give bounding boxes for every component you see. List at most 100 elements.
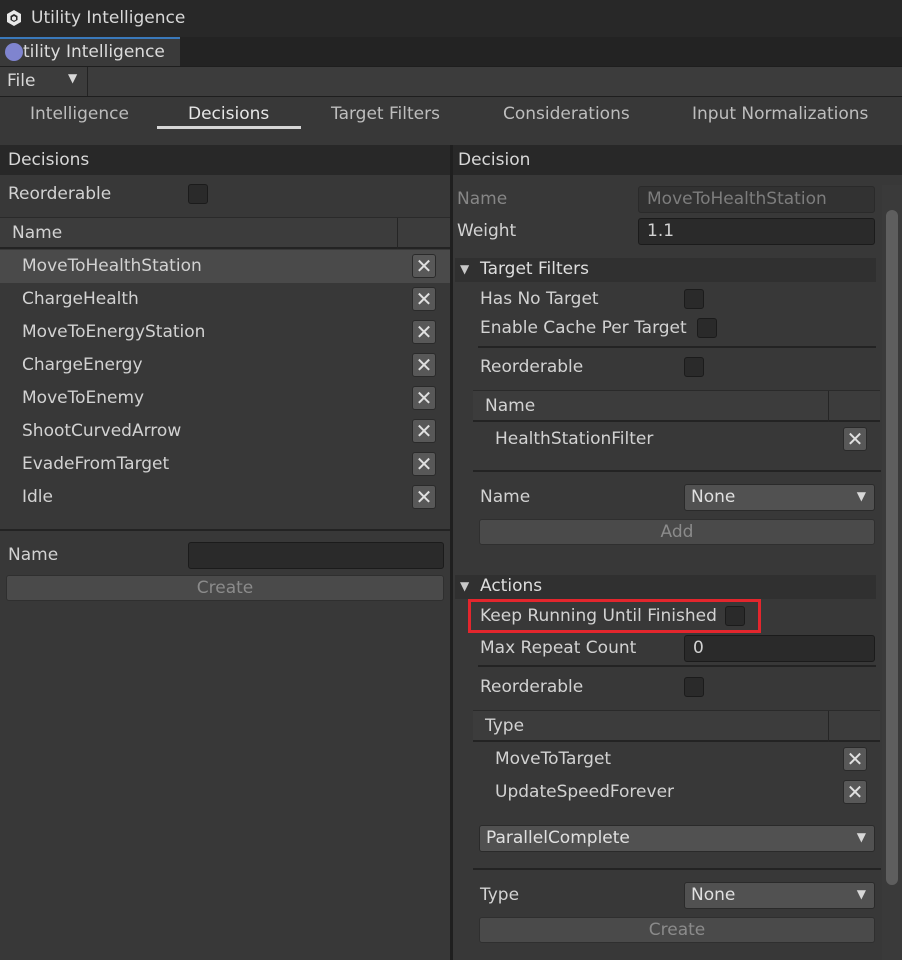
execution-mode-value: ParallelComplete [486, 828, 630, 848]
weight-label: Weight [457, 221, 517, 241]
remove-icon[interactable]: ✕ [412, 452, 436, 476]
has-no-target-checkbox[interactable] [684, 289, 704, 309]
actions-type-value: None [691, 885, 736, 905]
actions-type-label: Type [480, 885, 520, 905]
remove-icon[interactable]: ✕ [412, 254, 436, 278]
unity-logo-icon [7, 10, 21, 26]
doc-tab-label: tility Intelligence [23, 42, 165, 62]
remove-icon[interactable]: ✕ [412, 386, 436, 410]
chevron-down-icon: ▼ [856, 830, 866, 844]
list-item-label: ChargeHealth [22, 289, 139, 309]
list-item-label: ShootCurvedArrow [22, 421, 182, 441]
column-separator [828, 711, 829, 742]
divider [478, 346, 876, 348]
chevron-down-icon: ▼ [68, 71, 78, 85]
list-item-label: MoveToHealthStation [22, 256, 202, 276]
actions-column-type-label: Type [485, 716, 525, 736]
list-item-label: Idle [22, 487, 53, 507]
tf-name-dropdown-value: None [691, 487, 736, 507]
highlight-box [468, 599, 761, 633]
tab-target-filters[interactable]: Target Filters [331, 104, 440, 124]
tab-considerations[interactable]: Considerations [503, 104, 630, 124]
list-item[interactable]: ChargeHealth ✕ [0, 283, 450, 316]
divider [478, 665, 876, 667]
foldout-arrow-icon: ▼ [460, 262, 470, 276]
foldout-arrow-icon: ▼ [460, 579, 470, 593]
target-filters-title: Target Filters [480, 259, 589, 279]
list-item-label: MoveToEnergyStation [22, 322, 206, 342]
list-item[interactable]: MoveToEnemy ✕ [0, 382, 450, 415]
weight-input[interactable]: 1.1 [638, 218, 875, 245]
list-item-label: MoveToEnemy [22, 388, 145, 408]
create-action-button[interactable]: Create [479, 917, 875, 943]
toolbar [0, 66, 902, 97]
cursor-dot-icon [5, 43, 23, 61]
chevron-down-icon: ▼ [856, 887, 866, 901]
active-tab-indicator [157, 126, 301, 129]
list-item[interactable]: UpdateSpeedForever ✕ [473, 776, 880, 809]
list-item[interactable]: MoveToTarget ✕ [473, 743, 880, 776]
tf-column-name-label: Name [485, 396, 536, 416]
new-decision-name-input[interactable] [188, 542, 444, 569]
remove-icon[interactable]: ✕ [412, 320, 436, 344]
decision-panel-title: Decision [458, 150, 531, 170]
create-decision-button[interactable]: Create [6, 575, 444, 601]
max-repeat-input[interactable]: 0 [684, 635, 875, 662]
column-name-label: Name [12, 223, 63, 243]
tab-decisions[interactable]: Decisions [188, 104, 269, 124]
remove-icon[interactable]: ✕ [843, 747, 867, 771]
tf-name-label: Name [480, 487, 531, 507]
reorderable-checkbox[interactable] [188, 184, 208, 204]
decision-panel-header: Decision [453, 145, 902, 175]
list-item-label: MoveToTarget [495, 749, 612, 769]
actions-type-dropdown[interactable]: None ▼ [684, 882, 875, 909]
remove-icon[interactable]: ✕ [412, 419, 436, 443]
tab-input-normalizations[interactable]: Input Normalizations [692, 104, 868, 124]
add-filter-button[interactable]: Add [479, 519, 875, 545]
list-item-label: ChargeEnergy [22, 355, 143, 375]
remove-icon[interactable]: ✕ [843, 780, 867, 804]
list-item[interactable]: ChargeEnergy ✕ [0, 349, 450, 382]
list-item[interactable]: ShootCurvedArrow ✕ [0, 415, 450, 448]
chevron-down-icon: ▼ [856, 489, 866, 503]
tab-intelligence[interactable]: Intelligence [30, 104, 129, 124]
enable-cache-checkbox[interactable] [697, 318, 717, 338]
actions-column-header: Type [473, 710, 880, 742]
column-separator [828, 391, 829, 422]
target-filters-foldout[interactable]: ▼ Target Filters [455, 258, 876, 282]
column-separator [397, 218, 398, 249]
divider [473, 868, 881, 870]
target-filters-column-header: Name [473, 390, 880, 422]
tf-reorderable-label: Reorderable [480, 357, 584, 377]
decisions-panel-header: Decisions [0, 145, 450, 175]
remove-icon[interactable]: ✕ [843, 427, 867, 451]
decision-name-label: Name [457, 189, 508, 209]
divider [473, 470, 881, 472]
tf-reorderable-checkbox[interactable] [684, 357, 704, 377]
list-item[interactable]: MoveToEnergyStation ✕ [0, 316, 450, 349]
list-item[interactable]: HealthStationFilter ✕ [473, 423, 880, 456]
decisions-panel-title: Decisions [8, 150, 90, 170]
remove-icon[interactable]: ✕ [412, 353, 436, 377]
max-repeat-label: Max Repeat Count [480, 638, 637, 658]
scrollbar-thumb[interactable] [886, 210, 898, 885]
panel-divider[interactable] [450, 145, 453, 960]
remove-icon[interactable]: ✕ [412, 485, 436, 509]
actions-reorderable-checkbox[interactable] [684, 677, 704, 697]
new-decision-name-label: Name [8, 545, 59, 565]
divider [0, 529, 450, 531]
list-item[interactable]: MoveToHealthStation ✕ [0, 250, 450, 283]
window-title: Utility Intelligence [31, 8, 186, 28]
decision-name-field: MoveToHealthStation [638, 186, 875, 213]
list-item[interactable]: Idle ✕ [0, 481, 450, 514]
list-item-label: UpdateSpeedForever [495, 782, 675, 802]
actions-reorderable-label: Reorderable [480, 677, 584, 697]
has-no-target-label: Has No Target [480, 289, 599, 309]
enable-cache-label: Enable Cache Per Target [480, 318, 687, 338]
list-item[interactable]: EvadeFromTarget ✕ [0, 448, 450, 481]
decisions-column-header: Name [0, 217, 450, 249]
tf-name-dropdown[interactable]: None ▼ [684, 484, 875, 511]
actions-foldout[interactable]: ▼ Actions [455, 575, 876, 599]
execution-mode-dropdown[interactable]: ParallelComplete ▼ [479, 825, 875, 852]
remove-icon[interactable]: ✕ [412, 287, 436, 311]
